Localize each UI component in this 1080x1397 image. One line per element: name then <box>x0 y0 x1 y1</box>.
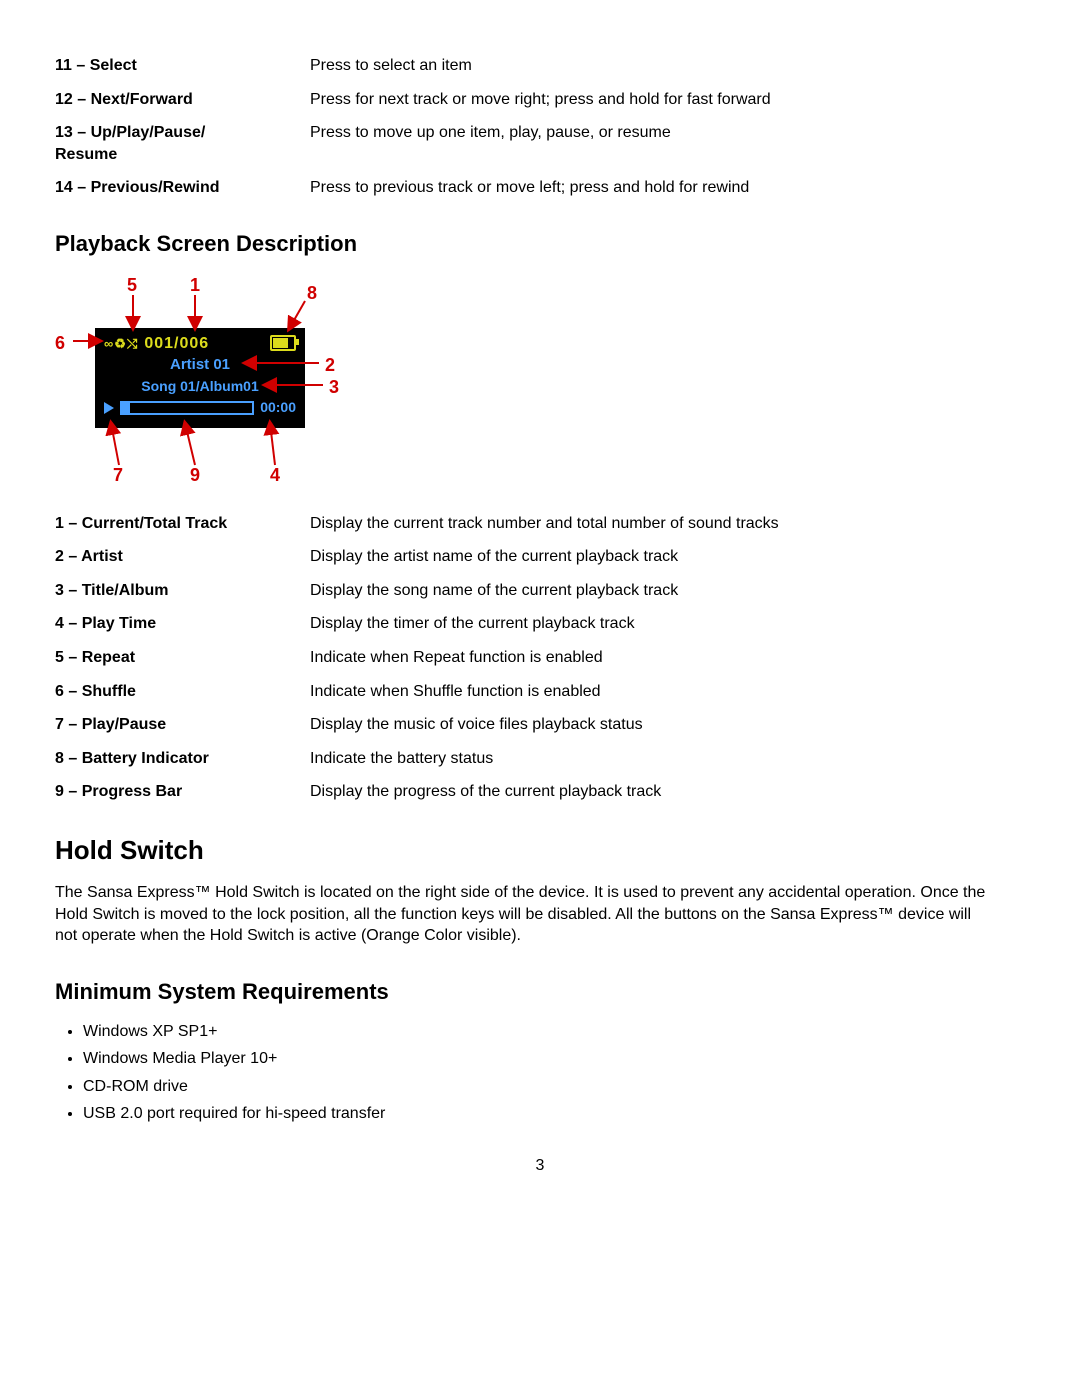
playback-label: 6 – Shuffle <box>55 681 310 703</box>
playback-desc: Indicate when Shuffle function is enable… <box>310 681 1025 703</box>
playback-label: 8 – Battery Indicator <box>55 748 310 770</box>
playback-desc: Indicate the battery status <box>310 748 1025 770</box>
callout-3: 3 <box>329 375 339 399</box>
callout-9: 9 <box>190 463 200 487</box>
playback-diagram: ∞♻⤭ 001/006 Artist 01 Song 01/Album01 00… <box>55 273 345 483</box>
playback-label: 2 – Artist <box>55 546 310 568</box>
playback-row: 9 – Progress BarDisplay the progress of … <box>55 781 1025 803</box>
playback-label: 4 – Play Time <box>55 613 310 635</box>
playback-row: 2 – ArtistDisplay the artist name of the… <box>55 546 1025 568</box>
progress-bar <box>120 401 254 415</box>
callout-7: 7 <box>113 463 123 487</box>
control-row: 13 – Up/Play/Pause/ Resume Press to move… <box>55 122 1025 165</box>
playback-desc: Display the timer of the current playbac… <box>310 613 1025 635</box>
requirements-heading: Minimum System Requirements <box>55 977 1025 1007</box>
play-icon <box>104 402 114 414</box>
playback-label: 3 – Title/Album <box>55 580 310 602</box>
playback-row: 7 – Play/PauseDisplay the music of voice… <box>55 714 1025 736</box>
page-number: 3 <box>55 1155 1025 1177</box>
playback-row: 3 – Title/AlbumDisplay the song name of … <box>55 580 1025 602</box>
playback-desc: Display the current track number and tot… <box>310 513 1025 535</box>
requirement-item: Windows Media Player 10+ <box>83 1048 1025 1070</box>
requirements-list: Windows XP SP1+ Windows Media Player 10+… <box>55 1021 1025 1125</box>
control-desc: Press to select an item <box>310 55 1025 77</box>
playback-desc: Display the music of voice files playbac… <box>310 714 1025 736</box>
control-label: 13 – Up/Play/Pause/ Resume <box>55 122 265 165</box>
requirement-item: CD-ROM drive <box>83 1076 1025 1098</box>
callout-5: 5 <box>127 273 137 297</box>
playback-row: 8 – Battery IndicatorIndicate the batter… <box>55 748 1025 770</box>
playback-row: 5 – RepeatIndicate when Repeat function … <box>55 647 1025 669</box>
control-desc: Press for next track or move right; pres… <box>310 89 1025 111</box>
track-counter: 001/006 <box>144 333 209 355</box>
requirement-item: USB 2.0 port required for hi-speed trans… <box>83 1103 1025 1125</box>
playback-label: 1 – Current/Total Track <box>55 513 310 535</box>
callout-6: 6 <box>55 331 65 355</box>
battery-icon <box>270 335 296 351</box>
hold-switch-text: The Sansa Express™ Hold Switch is locate… <box>55 882 1025 947</box>
control-desc: Press to previous track or move left; pr… <box>310 177 1025 199</box>
playback-row: 4 – Play TimeDisplay the timer of the cu… <box>55 613 1025 635</box>
requirement-item: Windows XP SP1+ <box>83 1021 1025 1043</box>
playback-row: 6 – ShuffleIndicate when Shuffle functio… <box>55 681 1025 703</box>
callout-8: 8 <box>307 281 317 305</box>
playback-label: 5 – Repeat <box>55 647 310 669</box>
playback-label: 7 – Play/Pause <box>55 714 310 736</box>
controls-list: 11 – Select Press to select an item 12 –… <box>55 55 1025 199</box>
callout-2: 2 <box>325 353 335 377</box>
playback-row: 1 – Current/Total TrackDisplay the curre… <box>55 513 1025 535</box>
playback-desc: Display the artist name of the current p… <box>310 546 1025 568</box>
hold-switch-heading: Hold Switch <box>55 833 1025 868</box>
player-screen: ∞♻⤭ 001/006 Artist 01 Song 01/Album01 00… <box>95 328 305 428</box>
playback-desc: Display the song name of the current pla… <box>310 580 1025 602</box>
callout-1: 1 <box>190 273 200 297</box>
title-album-text: Song 01/Album01 <box>96 377 304 396</box>
playback-label: 9 – Progress Bar <box>55 781 310 803</box>
control-row: 14 – Previous/Rewind Press to previous t… <box>55 177 1025 199</box>
play-time-text: 00:00 <box>260 398 296 417</box>
playback-desc: Indicate when Repeat function is enabled <box>310 647 1025 669</box>
control-label: 11 – Select <box>55 55 310 77</box>
control-row: 11 – Select Press to select an item <box>55 55 1025 77</box>
artist-text: Artist 01 <box>96 355 304 375</box>
control-row: 12 – Next/Forward Press for next track o… <box>55 89 1025 111</box>
callout-4: 4 <box>270 463 280 487</box>
control-label: 12 – Next/Forward <box>55 89 310 111</box>
playback-heading: Playback Screen Description <box>55 229 1025 259</box>
playback-list: 1 – Current/Total TrackDisplay the curre… <box>55 513 1025 803</box>
repeat-shuffle-icon: ∞♻⤭ <box>104 335 138 353</box>
control-label: 14 – Previous/Rewind <box>55 177 310 199</box>
control-desc: Press to move up one item, play, pause, … <box>310 122 1025 165</box>
playback-desc: Display the progress of the current play… <box>310 781 1025 803</box>
